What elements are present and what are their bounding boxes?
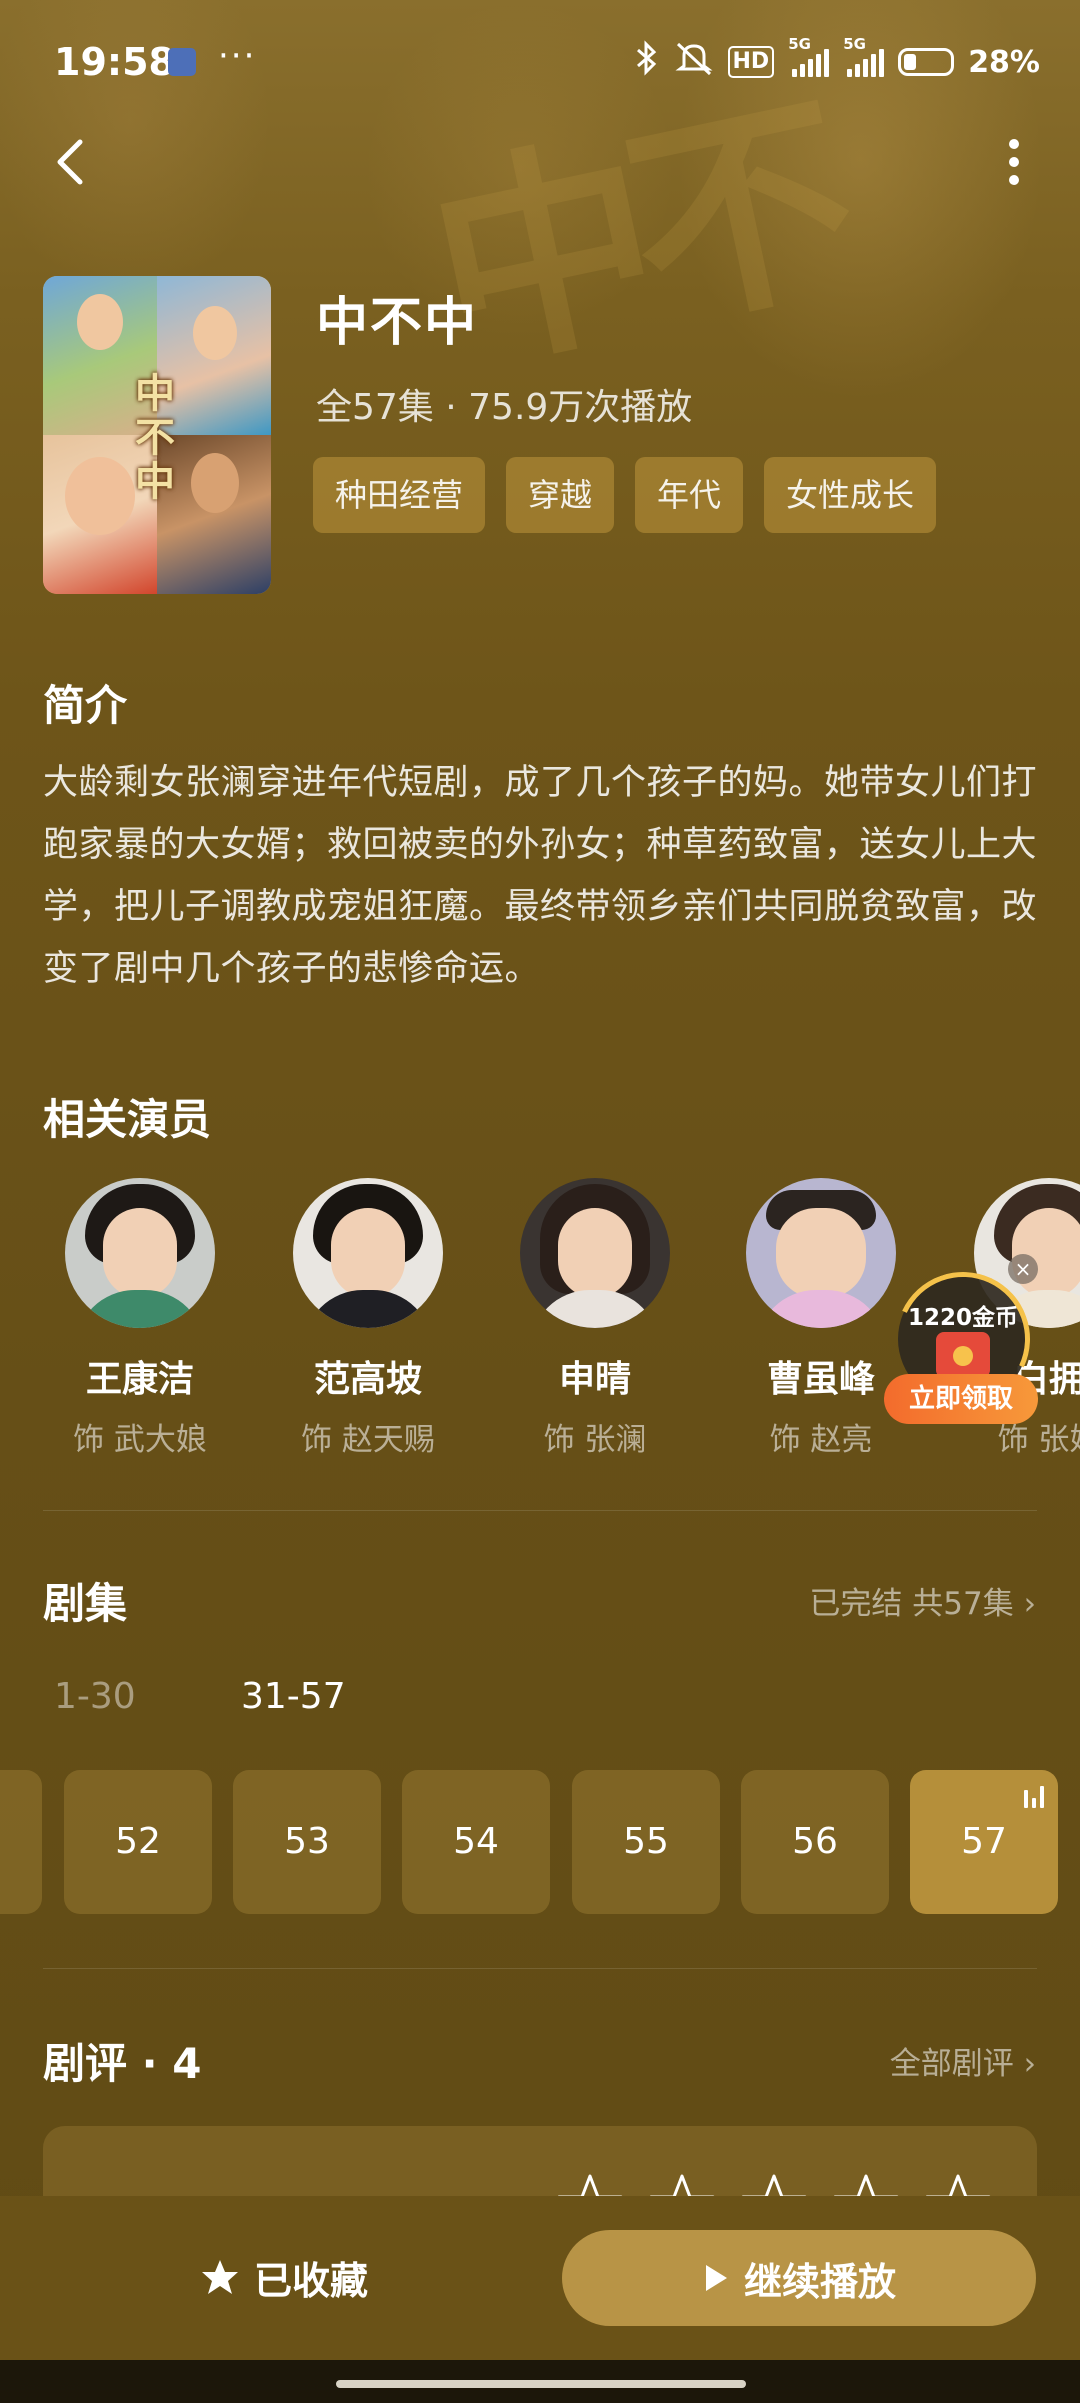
drama-title: 中不中 [316,293,479,353]
status-bar: 19:58 ··· HD 5G 5G 28% [0,0,1080,120]
tab-range-2[interactable]: 31-57 [241,1676,346,1717]
avatar [746,1178,896,1328]
episode-tile[interactable]: 52 [64,1770,212,1914]
chevron-right-icon: › [1023,1586,1036,1622]
actor-name: 范高坡 [313,1359,422,1400]
chevron-right-icon: › [1023,2046,1036,2082]
play-icon [705,2265,727,2291]
signal-icon-1: 5G [788,35,830,77]
continue-play-button[interactable]: 继续播放 [562,2230,1036,2326]
intro-text: 大龄剩女张澜穿进年代短剧，成了几个孩子的妈。她带女儿们打跑家暴的大女婿；救回被卖… [43,763,1038,989]
all-reviews-link[interactable]: 全部剧评 › [890,2038,1036,2083]
episode-tile[interactable]: 56 [741,1770,889,1914]
favorite-label: 已收藏 [254,2258,369,2303]
status-time: 19:58 [54,40,175,84]
actor-card[interactable]: 范高坡 饰 赵天赐 [254,1178,482,1459]
episode-tile[interactable]: 53 [233,1770,381,1914]
avatar [520,1178,670,1328]
red-envelope-icon [936,1332,990,1378]
back-icon[interactable] [50,132,90,192]
actor-role: 饰 赵天赐 [301,1422,435,1458]
episode-tile[interactable]: 55 [572,1770,720,1914]
episode-tile[interactable]: 54 [402,1770,550,1914]
reviews-heading: 剧评 · 4 [43,2039,202,2088]
more-notifications-icon: ··· [218,36,257,76]
wrench-icon [168,48,196,76]
drama-detail-page: 中不 19:58 ··· HD 5G 5G 28% 中不中 中不中 全57集 ·… [0,0,1080,2403]
tab-range-1[interactable]: 1-30 [54,1676,136,1717]
star-filled-icon [202,2260,238,2294]
actor-name: 王康洁 [85,1359,194,1400]
tag-item[interactable]: 穿越 [506,457,615,533]
actor-card[interactable]: 王康洁 饰 武大娘 [26,1178,254,1459]
tag-list: 种田经营 穿越 年代 女性成长 [313,457,937,533]
tag-item[interactable]: 女性成长 [764,457,937,533]
battery-percent: 28% [968,44,1040,80]
episodes-status-link[interactable]: 已完结 共57集 › [809,1578,1036,1623]
drama-poster: 中不中 [43,276,271,594]
hd-voice-icon: HD [727,46,775,78]
avatar [65,1178,215,1328]
favorite-button[interactable]: 已收藏 [200,2246,368,2308]
tag-item[interactable]: 年代 [635,457,744,533]
coin-amount: 1220金币 [907,1305,1018,1331]
tag-item[interactable]: 种田经营 [313,457,486,533]
episode-tile-current[interactable]: 57 [910,1770,1058,1914]
battery-icon [898,48,955,76]
drama-meta: 全57集 · 75.9万次播放 [316,387,693,428]
actor-card[interactable]: 申晴 饰 张澜 [481,1178,709,1459]
poster-title: 中不中 [135,370,175,505]
cast-heading: 相关演员 [43,1095,212,1144]
avatar [293,1178,443,1328]
signal-icon-2: 5G [843,35,885,77]
more-options-icon[interactable] [1000,134,1028,194]
close-icon[interactable]: × [1008,1254,1038,1284]
episodes-status: 已完结 共57集 [809,1586,1014,1622]
bluetooth-icon [634,39,660,85]
coin-reward-bubble[interactable]: 1220金币 立即领取 × [877,1253,1049,1428]
divider [43,1510,1037,1511]
actor-role: 饰 张澜 [543,1422,647,1458]
actor-role: 饰 武大娘 [73,1422,207,1458]
divider [43,1968,1037,1969]
episode-number: 57 [961,1821,1007,1862]
status-icons: HD 5G 5G 28% [634,35,1040,85]
claim-now-button[interactable]: 立即领取 [884,1374,1038,1424]
episodes-heading: 剧集 [43,1579,128,1628]
mute-bell-icon [674,40,714,84]
actor-name: 申晴 [558,1359,631,1400]
episode-tile[interactable]: 51 [0,1770,42,1914]
home-gesture-handle[interactable] [336,2380,746,2388]
now-playing-icon [1024,1786,1044,1808]
continue-play-label: 继续播放 [743,2259,896,2304]
episode-grid: 51 52 53 54 55 56 57 [0,1770,1080,1914]
all-reviews-label: 全部剧评 [889,2046,1014,2082]
intro-heading: 简介 [43,681,128,730]
